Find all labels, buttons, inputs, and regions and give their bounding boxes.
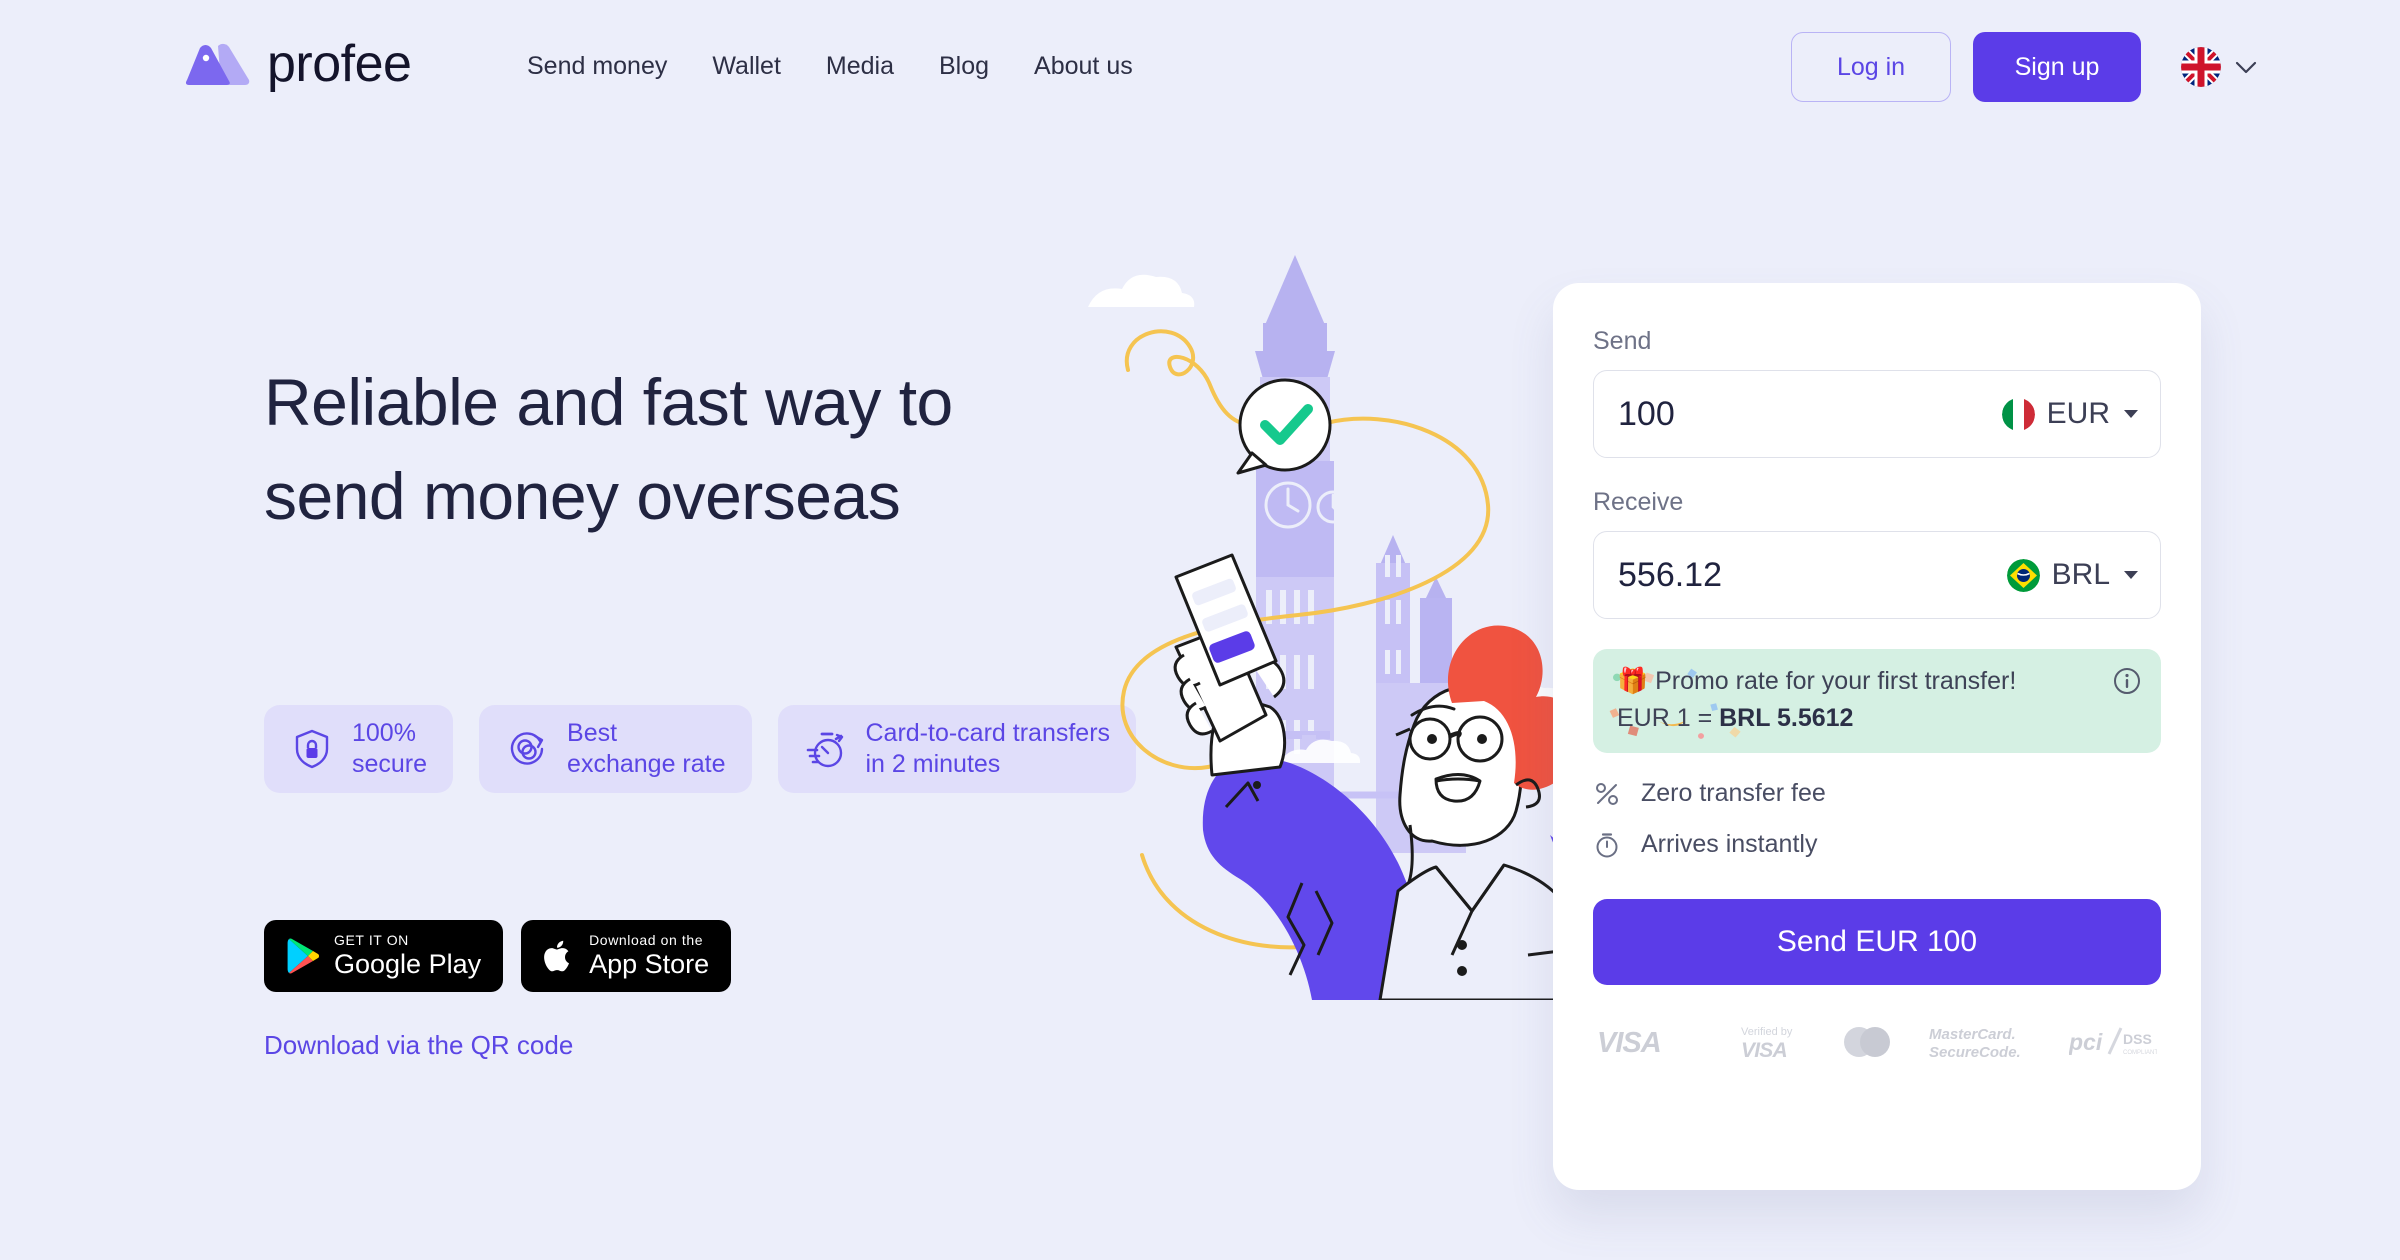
feature-badges: 100% secure Best exchange rate Card-to-c… bbox=[264, 705, 1137, 793]
site-header: profee Send money Wallet Media Blog Abou… bbox=[0, 0, 2400, 140]
transfer-info-list: Zero transfer fee Arrives instantly bbox=[1593, 779, 2161, 859]
log-in-button[interactable]: Log in bbox=[1791, 32, 1951, 102]
chevron-down-icon bbox=[2124, 410, 2138, 418]
italy-flag-icon bbox=[2001, 397, 2035, 431]
brand-name: profee bbox=[267, 35, 412, 93]
send-amount-input[interactable] bbox=[1618, 394, 1918, 434]
receive-field-label: Receive bbox=[1593, 488, 1684, 516]
brand-logo[interactable]: profee bbox=[183, 35, 412, 93]
svg-text:VISA: VISA bbox=[1597, 1027, 1661, 1059]
exchange-rate-icon bbox=[510, 732, 544, 765]
success-bubble-graphic bbox=[1236, 378, 1332, 475]
app-store-small-label: Download on the bbox=[589, 932, 704, 949]
promo-rate-value: BRL 5.5612 bbox=[1719, 704, 1854, 732]
pci-dss-logo: pci DSS COMPLIANT bbox=[2069, 1027, 2157, 1056]
payment-logos: VISA Verified by VISA MasterCard. Secure… bbox=[1593, 1021, 2161, 1063]
svg-text:MasterCard.: MasterCard. bbox=[1929, 1026, 2016, 1043]
stopwatch-icon bbox=[806, 732, 843, 768]
nav-item-send-money[interactable]: Send money bbox=[527, 52, 667, 81]
info-row-zero-fee: Zero transfer fee bbox=[1593, 779, 2161, 808]
svg-text:Verified by: Verified by bbox=[1741, 1026, 1793, 1038]
info-circle-icon bbox=[2114, 668, 2140, 694]
receive-field[interactable]: BRL bbox=[1593, 531, 2161, 619]
nav-item-wallet[interactable]: Wallet bbox=[712, 52, 781, 81]
send-field[interactable]: EUR bbox=[1593, 370, 2161, 458]
sign-up-button[interactable]: Sign up bbox=[1973, 32, 2141, 102]
badge-exchange-rate: Best exchange rate bbox=[479, 705, 752, 793]
google-play-button[interactable]: GET IT ON Google Play bbox=[264, 920, 504, 992]
mastercard-logo bbox=[1844, 1027, 1890, 1057]
svg-text:pci: pci bbox=[2069, 1029, 2103, 1055]
app-store-badges: GET IT ON Google Play Download on the Ap… bbox=[264, 920, 732, 992]
svg-text:COMPLIANT: COMPLIANT bbox=[2123, 1050, 2157, 1056]
nav-item-blog[interactable]: Blog bbox=[939, 52, 989, 81]
hero-illustration-graphic bbox=[1088, 255, 1582, 1000]
hero-illustration bbox=[1080, 255, 1600, 1000]
nav-item-media[interactable]: Media bbox=[826, 52, 894, 81]
visa-logo: VISA bbox=[1597, 1027, 1662, 1059]
badge-exchange-rate-label: Best exchange rate bbox=[567, 719, 726, 778]
shield-lock-icon bbox=[295, 729, 329, 769]
mastercard-securecode-logo: MasterCard. SecureCode. bbox=[1929, 1026, 2021, 1061]
uk-flag-icon bbox=[2181, 47, 2221, 87]
profee-mountain-icon bbox=[185, 43, 250, 85]
badge-secure: 100% secure bbox=[264, 705, 454, 793]
send-currency-selector[interactable]: EUR bbox=[2001, 397, 2138, 431]
info-row-arrives-instantly: Arrives instantly bbox=[1593, 830, 2161, 859]
info-row-zero-fee-label: Zero transfer fee bbox=[1641, 779, 1826, 807]
confetti-graphic bbox=[1609, 668, 1741, 739]
brazil-flag-icon bbox=[2006, 558, 2040, 592]
svg-text:SecureCode.: SecureCode. bbox=[1929, 1044, 2021, 1061]
page-title: Reliable and fast way to send money over… bbox=[264, 365, 953, 533]
percent-icon bbox=[1596, 782, 1618, 805]
promo-rate: EUR 1 = BRL 5.5612 bbox=[1617, 704, 2139, 733]
google-play-small-label: GET IT ON bbox=[334, 932, 409, 949]
header-actions: Log in Sign up bbox=[1791, 32, 2257, 102]
language-switcher[interactable] bbox=[2181, 47, 2257, 87]
promo-headline: 🎁 Promo rate for your first transfer! bbox=[1617, 667, 2017, 695]
apple-icon bbox=[544, 940, 570, 972]
app-store-big-label: App Store bbox=[589, 949, 710, 980]
nav-item-about-us[interactable]: About us bbox=[1034, 52, 1133, 81]
svg-text:DSS: DSS bbox=[2123, 1031, 2152, 1047]
info-row-arrives-instantly-label: Arrives instantly bbox=[1641, 830, 1818, 858]
app-store-button[interactable]: Download on the App Store bbox=[521, 920, 732, 992]
chevron-down-icon bbox=[2235, 61, 2257, 73]
google-play-icon bbox=[287, 938, 320, 974]
transfer-calculator-card: Send EUR Receive bbox=[1553, 283, 2201, 1190]
google-play-big-label: Google Play bbox=[334, 949, 482, 980]
stopwatch-icon bbox=[1596, 832, 1618, 857]
svg-text:VISA: VISA bbox=[1741, 1039, 1787, 1062]
send-submit-button[interactable]: Send EUR 100 bbox=[1593, 899, 2161, 985]
receive-currency-code: BRL bbox=[2051, 558, 2110, 591]
send-field-label: Send bbox=[1593, 327, 1652, 355]
verified-by-visa-logo: Verified by VISA bbox=[1741, 1026, 1793, 1062]
main-nav: Send money Wallet Media Blog About us bbox=[527, 52, 1133, 81]
promo-rate-prefix: EUR 1 = bbox=[1617, 704, 1720, 732]
receive-currency-selector[interactable]: BRL bbox=[2006, 558, 2138, 592]
download-qr-link[interactable]: Download via the QR code bbox=[264, 1030, 573, 1061]
badge-secure-label: 100% secure bbox=[352, 719, 428, 778]
receive-amount-input[interactable] bbox=[1618, 555, 1918, 595]
badge-card-to-card-label: Card-to-card transfers in 2 minutes bbox=[865, 719, 1111, 778]
promo-banner: 🎁 Promo rate for your first transfer! EU… bbox=[1593, 649, 2161, 753]
chevron-down-icon bbox=[2124, 571, 2138, 579]
send-currency-code: EUR bbox=[2046, 397, 2110, 430]
promo-info-button[interactable] bbox=[2113, 667, 2141, 695]
landing-page: profee Send money Wallet Media Blog Abou… bbox=[0, 0, 2400, 1260]
